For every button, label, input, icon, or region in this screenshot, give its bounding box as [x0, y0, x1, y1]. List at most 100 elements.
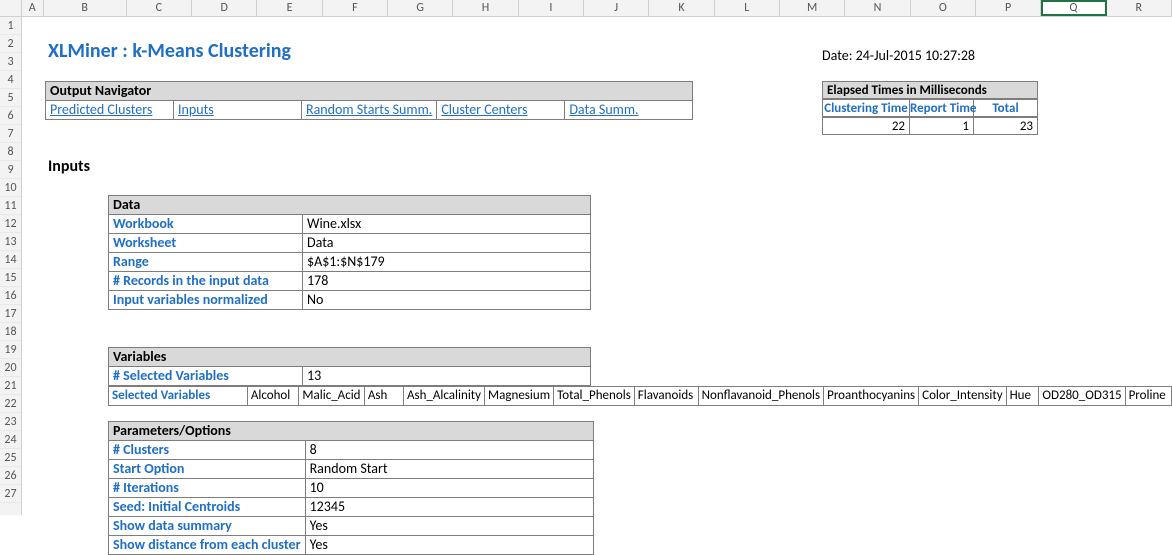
param-label-clusters: # Clusters	[113, 441, 169, 458]
nav-link-inputs[interactable]: Inputs	[178, 101, 214, 118]
column-header-B[interactable]: B	[44, 0, 127, 16]
param-label-start: Start Option	[113, 460, 184, 477]
output-navigator-header: Output Navigator	[46, 82, 693, 101]
param-value-iterations: 10	[305, 479, 593, 498]
var-color-intensity: Color_Intensity	[919, 387, 1006, 406]
row-header-23[interactable]: 23	[0, 413, 21, 431]
var-hue: Hue	[1006, 387, 1039, 406]
row-header-25[interactable]: 25	[0, 449, 21, 467]
row-header-10[interactable]: 10	[0, 179, 21, 197]
variables-table-header: Variables	[109, 348, 591, 367]
column-header-D[interactable]: D	[192, 0, 257, 16]
param-label-iterations: # Iterations	[113, 479, 179, 496]
page-title: XLMiner : k-Means Clustering	[48, 39, 291, 63]
column-header-I[interactable]: I	[519, 0, 584, 16]
data-table-header: Data	[109, 196, 591, 215]
selected-variables-label: Selected Variables	[112, 388, 210, 403]
row-header-27[interactable]: 27	[0, 485, 21, 503]
data-value-normalized: No	[303, 291, 591, 310]
row-header-3[interactable]: 3	[0, 53, 21, 71]
column-header-L[interactable]: L	[715, 0, 780, 16]
row-header-1[interactable]: 1	[0, 17, 21, 35]
row-header-6[interactable]: 6	[0, 107, 21, 125]
row-header-9[interactable]: 9	[0, 161, 21, 179]
row-header-13[interactable]: 13	[0, 233, 21, 251]
row-header-24[interactable]: 24	[0, 431, 21, 449]
date-text: Date: 24-Jul-2015 10:27:28	[822, 47, 975, 64]
row-header-11[interactable]: 11	[0, 197, 21, 215]
var-nonflavanoid: Nonflavanoid_Phenols	[698, 387, 824, 406]
selected-variables-row: Selected Variables Alcohol Malic_Acid As…	[108, 386, 1172, 406]
data-label-records: # Records in the input data	[113, 272, 269, 289]
data-label-worksheet: Worksheet	[113, 234, 176, 251]
column-header-F[interactable]: F	[323, 0, 388, 16]
column-header-O[interactable]: O	[911, 0, 976, 16]
column-header-M[interactable]: M	[780, 0, 845, 16]
column-header-J[interactable]: J	[584, 0, 649, 16]
column-header-K[interactable]: K	[649, 0, 714, 16]
parameters-table-header: Parameters/Options	[109, 422, 594, 441]
column-header-R[interactable]: R	[1107, 0, 1172, 16]
row-header-20[interactable]: 20	[0, 359, 21, 377]
data-label-normalized: Input variables normalized	[113, 291, 268, 308]
row-header-19[interactable]: 19	[0, 341, 21, 359]
param-label-seed: Seed: Initial Centroids	[113, 498, 240, 515]
var-magnesium: Magnesium	[485, 387, 554, 406]
row-header-5[interactable]: 5	[0, 89, 21, 107]
var-od280: OD280_OD315	[1039, 387, 1125, 406]
row-header-14[interactable]: 14	[0, 251, 21, 269]
elapsed-col-clustering: Clustering Time	[822, 99, 910, 117]
row-header-16[interactable]: 16	[0, 287, 21, 305]
variables-table: Variables # Selected Variables13	[108, 347, 591, 386]
parameters-table: Parameters/Options # Clusters 8 Start Opt…	[108, 421, 594, 555]
column-header-C[interactable]: C	[127, 0, 192, 16]
corner-cell	[0, 0, 22, 16]
row-header-12[interactable]: 12	[0, 215, 21, 233]
nav-link-random-starts[interactable]: Random Starts Summ.	[306, 101, 432, 118]
data-table: Data WorkbookWine.xlsx WorksheetData Ran…	[108, 195, 591, 310]
sheet-grid[interactable]: XLMiner : k-Means Clustering Date: 24-Ju…	[22, 17, 1172, 515]
row-header-18[interactable]: 18	[0, 323, 21, 341]
column-header-E[interactable]: E	[257, 0, 322, 16]
param-label-summary: Show data summary	[113, 517, 232, 534]
row-header-17[interactable]: 17	[0, 305, 21, 323]
param-value-clusters: 8	[305, 441, 593, 460]
row-header-26[interactable]: 26	[0, 467, 21, 485]
column-header-bar: ABCDEFGHIJKLMNOPQR	[0, 0, 1172, 17]
elapsed-times-table: Elapsed Times in Milliseconds Clustering…	[822, 81, 1038, 135]
row-header-15[interactable]: 15	[0, 269, 21, 287]
inputs-section-header: Inputs	[48, 157, 90, 176]
elapsed-val-total: 23	[974, 117, 1038, 135]
data-value-worksheet: Data	[303, 234, 591, 253]
data-label-workbook: Workbook	[113, 215, 174, 232]
var-proanthocyanins: Proanthocyanins	[824, 387, 919, 406]
var-ash: Ash	[364, 387, 403, 406]
elapsed-col-total: Total	[974, 99, 1038, 117]
column-header-Q[interactable]: Q	[1041, 0, 1106, 16]
column-header-A[interactable]: A	[22, 0, 44, 16]
row-header-bar: 1234567891011121314151617181920212223242…	[0, 17, 22, 515]
row-header-4[interactable]: 4	[0, 71, 21, 89]
param-value-summary: Yes	[305, 517, 593, 536]
var-flavanoids: Flavanoids	[634, 387, 698, 406]
variables-value-selected-count: 13	[303, 367, 591, 386]
var-ash-alcalinity: Ash_Alcalinity	[403, 387, 484, 406]
elapsed-val-clustering: 22	[822, 117, 910, 135]
column-header-N[interactable]: N	[845, 0, 910, 16]
row-header-21[interactable]: 21	[0, 377, 21, 395]
row-header-22[interactable]: 22	[0, 395, 21, 413]
output-navigator-table: Output Navigator Predicted Clusters Inpu…	[45, 81, 693, 120]
row-header-8[interactable]: 8	[0, 143, 21, 161]
param-value-distance: Yes	[305, 536, 593, 555]
var-malic-acid: Malic_Acid	[299, 387, 364, 406]
elapsed-val-report: 1	[910, 117, 974, 135]
column-header-G[interactable]: G	[388, 0, 453, 16]
nav-link-predicted-clusters[interactable]: Predicted Clusters	[50, 101, 152, 118]
nav-link-data-summ[interactable]: Data Summ.	[569, 101, 638, 118]
column-header-H[interactable]: H	[453, 0, 518, 16]
data-label-range: Range	[113, 253, 149, 270]
row-header-7[interactable]: 7	[0, 125, 21, 143]
row-header-2[interactable]: 2	[0, 35, 21, 53]
column-header-P[interactable]: P	[976, 0, 1041, 16]
nav-link-cluster-centers[interactable]: Cluster Centers	[441, 101, 527, 118]
